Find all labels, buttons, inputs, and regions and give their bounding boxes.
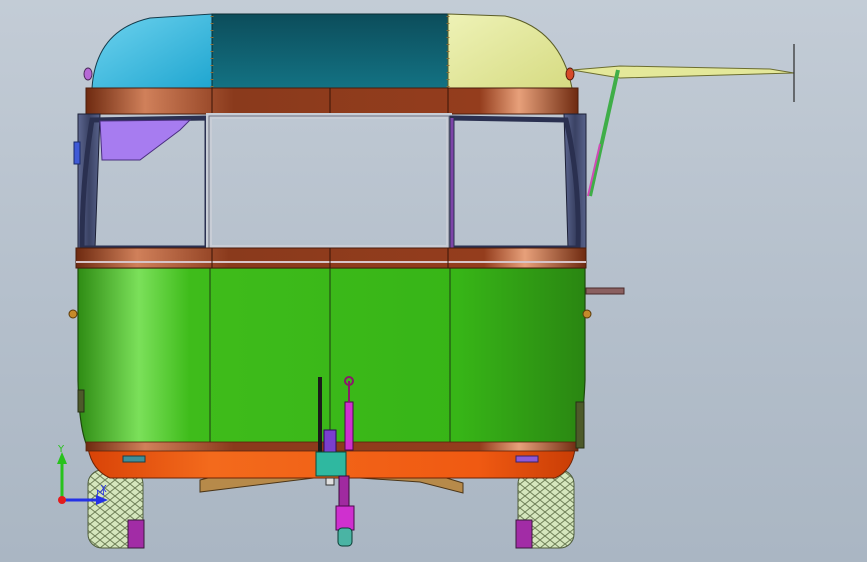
lower-body-panel[interactable]: [77, 267, 586, 449]
left-rear-wheel[interactable]: [87, 469, 145, 549]
triad-z-label: Z: [96, 489, 107, 496]
upper-belt-rail[interactable]: [85, 87, 579, 115]
triad-y-label: Y: [57, 444, 65, 455]
roof-assembly[interactable]: [91, 13, 573, 89]
right-rear-wheel[interactable]: [515, 469, 575, 549]
lower-belt-rail[interactable]: [75, 247, 587, 269]
window-frame[interactable]: [77, 113, 587, 251]
cad-graphics-area[interactable]: Y X Z: [0, 0, 867, 562]
side-hatch-strut[interactable]: [571, 44, 795, 197]
